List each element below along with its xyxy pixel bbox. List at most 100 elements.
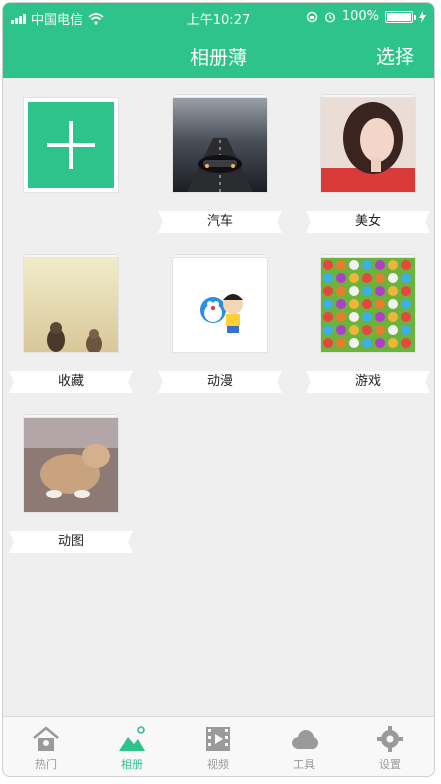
game-thumbnail-image <box>321 258 415 352</box>
candy-piece <box>336 260 346 270</box>
home-icon <box>33 726 59 751</box>
album-thumbnail <box>173 98 267 192</box>
tab-video[interactable]: 视频 <box>175 717 261 776</box>
candy-piece <box>349 312 359 322</box>
album-label: 动图 <box>9 531 133 553</box>
candy-piece <box>349 286 359 296</box>
couple-thumbnail-image <box>24 258 118 352</box>
candy-piece <box>323 312 333 322</box>
tab-label: 设置 <box>379 758 401 771</box>
album-label: 收藏 <box>9 371 133 393</box>
candy-piece <box>362 286 372 296</box>
candy-piece <box>323 260 333 270</box>
candy-piece <box>349 338 359 348</box>
candy-piece <box>401 286 411 296</box>
candy-piece <box>388 325 398 335</box>
album-item[interactable]: 动漫 <box>158 238 282 393</box>
candy-piece <box>401 273 411 283</box>
alarm-icon <box>324 11 335 23</box>
candy-piece <box>401 260 411 270</box>
album-item[interactable]: 动图 <box>9 398 133 553</box>
album-thumbnail <box>24 258 118 352</box>
tab-label: 相册 <box>121 758 143 771</box>
orientation-lock-icon <box>306 11 318 22</box>
candy-piece <box>349 273 359 283</box>
cartoon-thumbnail-image <box>173 258 267 352</box>
candy-piece <box>349 325 359 335</box>
candy-piece <box>388 286 398 296</box>
candy-piece <box>336 312 346 322</box>
candy-piece <box>362 312 372 322</box>
candy-piece <box>362 273 372 283</box>
candy-piece <box>401 325 411 335</box>
candy-piece <box>388 299 398 309</box>
candy-piece <box>362 325 372 335</box>
phone-screen: 中国电信 上午10:27 100% 相册薄 选择 汽车 美女 收藏 动漫 游戏 … <box>2 2 435 777</box>
tab-label: 热门 <box>35 758 57 771</box>
battery-percent: 100% <box>341 9 379 24</box>
candy-piece <box>323 338 333 348</box>
candy-piece <box>375 299 385 309</box>
album-thumbnail <box>321 258 415 352</box>
album-label: 游戏 <box>306 371 430 393</box>
puppy-thumbnail-image <box>24 418 118 512</box>
candy-piece <box>336 325 346 335</box>
page-title: 相册薄 <box>189 47 247 69</box>
candy-piece <box>336 299 346 309</box>
tab-label: 工具 <box>293 758 315 771</box>
candy-piece <box>375 273 385 283</box>
tab-settings[interactable]: 设置 <box>347 717 433 776</box>
tab-hot[interactable]: 热门 <box>3 717 89 776</box>
candy-piece <box>388 273 398 283</box>
candy-piece <box>375 260 385 270</box>
candy-piece <box>349 299 359 309</box>
candy-piece <box>336 273 346 283</box>
tab-album[interactable]: 相册 <box>89 717 175 776</box>
nav-bar: 相册薄 选择 <box>3 31 434 78</box>
cloud-icon <box>292 730 318 749</box>
album-item[interactable]: 汽车 <box>158 78 282 233</box>
candy-piece <box>401 299 411 309</box>
candy-piece <box>388 338 398 348</box>
candy-piece <box>323 325 333 335</box>
candy-piece <box>336 338 346 348</box>
candy-piece <box>375 286 385 296</box>
film-icon <box>206 727 230 751</box>
album-label: 美女 <box>306 211 430 233</box>
mountain-icon <box>119 726 145 751</box>
candy-piece <box>323 286 333 296</box>
album-thumbnail <box>173 258 267 352</box>
candy-piece <box>349 260 359 270</box>
candy-piece <box>323 299 333 309</box>
candy-piece <box>362 338 372 348</box>
candy-piece <box>388 260 398 270</box>
add-album-tile[interactable] <box>9 78 133 228</box>
candy-piece <box>362 260 372 270</box>
candy-piece <box>362 299 372 309</box>
album-item[interactable]: 游戏 <box>306 238 430 393</box>
tab-bar: 热门 相册 视频 工具 设置 <box>3 716 434 776</box>
candy-piece <box>401 338 411 348</box>
candy-piece <box>388 312 398 322</box>
tab-tools[interactable]: 工具 <box>261 717 347 776</box>
album-item[interactable]: 收藏 <box>9 238 133 393</box>
charging-icon <box>419 10 426 23</box>
album-thumbnail <box>24 418 118 512</box>
album-label: 动漫 <box>158 371 282 393</box>
candy-piece <box>375 312 385 322</box>
tab-label: 视频 <box>207 758 229 771</box>
status-bar: 中国电信 上午10:27 100% <box>3 3 434 31</box>
album-label: 汽车 <box>158 211 282 233</box>
candy-piece <box>375 338 385 348</box>
candy-piece <box>336 286 346 296</box>
select-button[interactable]: 选择 <box>376 42 414 69</box>
car-thumbnail-image <box>173 98 267 192</box>
candy-piece <box>323 273 333 283</box>
battery-icon <box>385 10 416 23</box>
album-thumbnail <box>321 98 415 192</box>
candy-piece <box>401 312 411 322</box>
gear-icon <box>377 726 403 752</box>
candy-piece <box>375 325 385 335</box>
portrait-thumbnail-image <box>321 98 415 192</box>
album-item[interactable]: 美女 <box>306 78 430 233</box>
